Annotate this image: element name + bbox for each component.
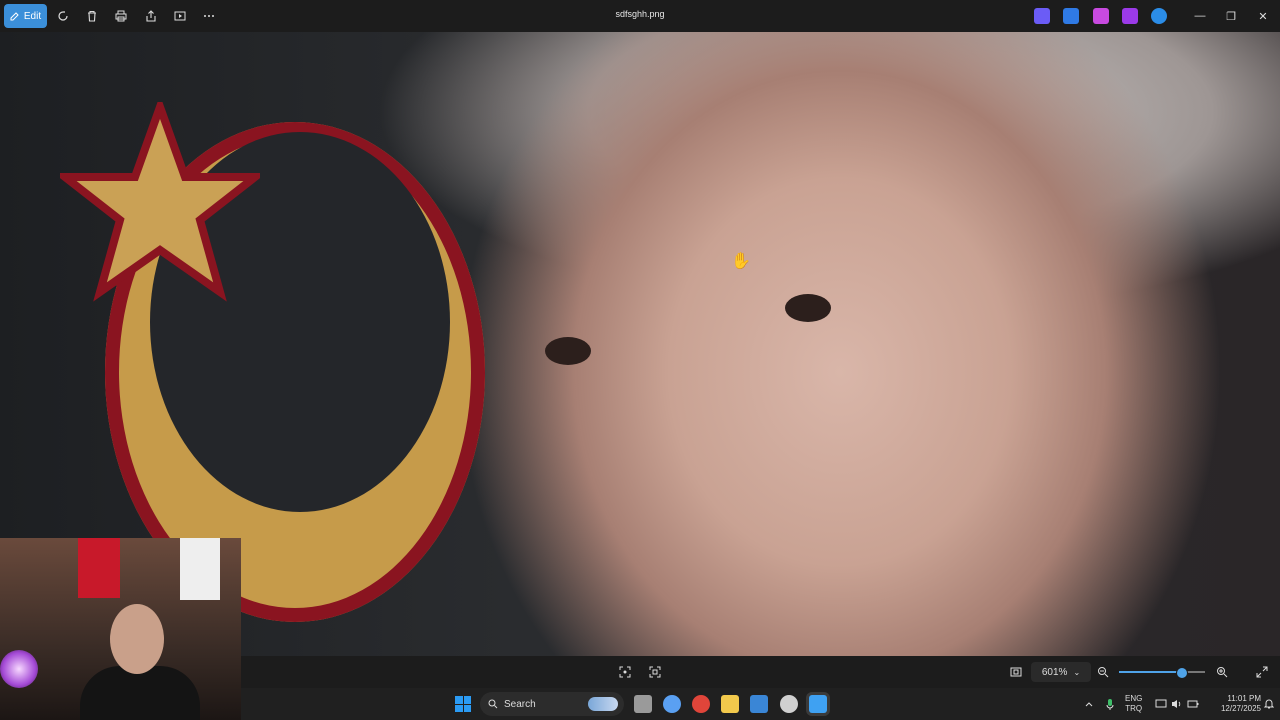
search-highlight-icon: [588, 697, 618, 711]
fullscreen-button[interactable]: [1252, 662, 1272, 682]
zoom-slider-thumb[interactable]: [1175, 667, 1188, 679]
taskbar-search[interactable]: Search: [480, 692, 624, 716]
designer-icon[interactable]: [1063, 8, 1079, 24]
zoom-out-button[interactable]: [1093, 662, 1113, 682]
fit-to-window-button[interactable]: [615, 662, 635, 682]
clipchamp-icon[interactable]: [1093, 8, 1109, 24]
clock-date: 12/27/2025: [1220, 704, 1261, 713]
plasma-ball: [0, 650, 38, 688]
title-bar: Edit sdfsghh.png — ❐ ✕: [0, 0, 1280, 32]
language-code: ENG: [1125, 694, 1143, 703]
right-eye: [785, 294, 831, 322]
photos-icon[interactable]: [750, 695, 768, 713]
start-button[interactable]: [455, 696, 471, 712]
windows-logo-icon: [455, 696, 463, 704]
keyboard-layout: TRQ: [1125, 704, 1143, 713]
person-body: [80, 666, 200, 720]
clipchamp-video-icon[interactable]: [1122, 8, 1138, 24]
microphone-icon[interactable]: [1104, 698, 1116, 710]
webcam-overlay: [0, 538, 241, 720]
viewer-bottom-bar: 601% ⌄: [241, 656, 1280, 688]
zoom-in-button[interactable]: [1212, 662, 1232, 682]
zoom-slider[interactable]: [1119, 667, 1205, 679]
flag-poster: [78, 538, 120, 598]
volume-icon[interactable]: [1171, 698, 1183, 710]
hand-cursor-icon: ✋: [731, 253, 751, 270]
zoom-dropdown[interactable]: 601% ⌄: [1031, 662, 1091, 682]
maximize-button[interactable]: ❐: [1219, 6, 1243, 26]
window-title: sdfsghh.png: [615, 9, 665, 19]
copilot-app-icon[interactable]: [663, 695, 681, 713]
clock-time: 11:01 PM: [1227, 694, 1261, 703]
select-area-button[interactable]: [645, 662, 665, 682]
visual-search-icon: [649, 666, 661, 678]
taskbar: Search ENG TRQ 11:01 PM 12/27/2025: [241, 688, 1280, 720]
language-indicator[interactable]: ENG TRQ: [1125, 694, 1142, 714]
zoom-value: 601%: [1041, 666, 1068, 678]
focus-icon: [619, 666, 631, 678]
close-button[interactable]: ✕: [1251, 6, 1275, 26]
search-icon: [488, 699, 498, 709]
chevron-down-icon: ⌄: [1073, 667, 1081, 677]
file-explorer-icon[interactable]: [721, 695, 739, 713]
person-face: [110, 604, 164, 674]
copilot-icon[interactable]: [1034, 8, 1050, 24]
expand-icon: [1256, 666, 1268, 678]
search-placeholder: Search: [504, 698, 536, 710]
wall-art: [180, 538, 220, 600]
onedrive-icon[interactable]: [1151, 8, 1167, 24]
actual-size-button[interactable]: [1006, 662, 1026, 682]
zoom-out-icon: [1098, 667, 1109, 678]
chrome-icon[interactable]: [692, 695, 710, 713]
zoom-slider-fill: [1119, 671, 1181, 673]
left-eye: [545, 337, 591, 365]
minimize-button[interactable]: —: [1188, 6, 1212, 26]
photos-active-icon[interactable]: [809, 695, 827, 713]
notification-bell-icon[interactable]: [1263, 698, 1275, 710]
star-emblem: [60, 102, 260, 302]
fit-icon: [1010, 667, 1022, 677]
clock[interactable]: 11:01 PM 12/27/2025: [1205, 694, 1261, 714]
task-view-icon[interactable]: [634, 695, 652, 713]
battery-icon[interactable]: [1187, 698, 1199, 710]
zoom-in-icon: [1217, 667, 1228, 678]
show-hidden-icons-icon[interactable]: [1083, 698, 1095, 710]
network-icon[interactable]: [1155, 698, 1167, 710]
recorder-icon[interactable]: [780, 695, 798, 713]
